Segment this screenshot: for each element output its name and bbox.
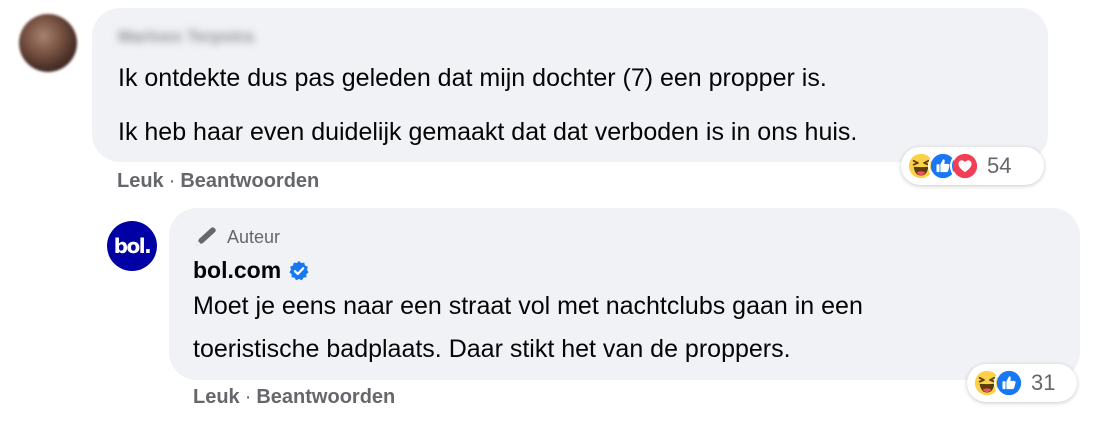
- reply-text-line: toeristische badplaats. Daar stikt het v…: [193, 335, 791, 363]
- action-separator: ·: [244, 386, 252, 408]
- reply-author-name[interactable]: bol.com: [193, 257, 281, 284]
- comment-author-name[interactable]: Marloes Terpstra: [118, 27, 254, 47]
- reply-bubble: Auteur bol.com Moet je eens naar een str…: [169, 208, 1080, 380]
- like-icon: [994, 368, 1024, 398]
- verified-badge-icon: [289, 260, 309, 280]
- like-link[interactable]: Leuk: [117, 170, 164, 192]
- author-badge: Auteur: [193, 226, 280, 248]
- comment-reactions[interactable]: 54: [901, 147, 1044, 185]
- comment-bubble: Marloes Terpstra Ik ontdekte dus pas gel…: [92, 8, 1048, 162]
- action-separator: ·: [168, 170, 176, 192]
- like-link[interactable]: Leuk: [193, 386, 240, 408]
- commenter-avatar[interactable]: [19, 14, 77, 72]
- bol-logo-text: bol.: [113, 234, 152, 258]
- reply-author: bol.com: [193, 257, 310, 284]
- reply-link[interactable]: Beantwoorden: [256, 386, 395, 408]
- reaction-count: 54: [987, 153, 1012, 178]
- reaction-count: 31: [1031, 370, 1056, 395]
- reply-link[interactable]: Beantwoorden: [180, 170, 319, 192]
- comment-actions: Leuk · Beantwoorden: [117, 170, 319, 193]
- love-icon: [950, 151, 980, 181]
- comment-text-line: Ik heb haar even duidelijk gemaakt dat d…: [118, 118, 858, 146]
- reply-reactions[interactable]: 31: [967, 364, 1077, 402]
- bol-avatar[interactable]: bol.: [107, 221, 157, 271]
- reply-actions: Leuk · Beantwoorden: [193, 386, 395, 409]
- reply-text-line: Moet je eens naar een straat vol met nac…: [193, 292, 863, 320]
- author-badge-label: Auteur: [227, 226, 281, 247]
- comment-text-line: Ik ontdekte dus pas geleden dat mijn doc…: [118, 64, 827, 92]
- pen-icon: [196, 227, 216, 246]
